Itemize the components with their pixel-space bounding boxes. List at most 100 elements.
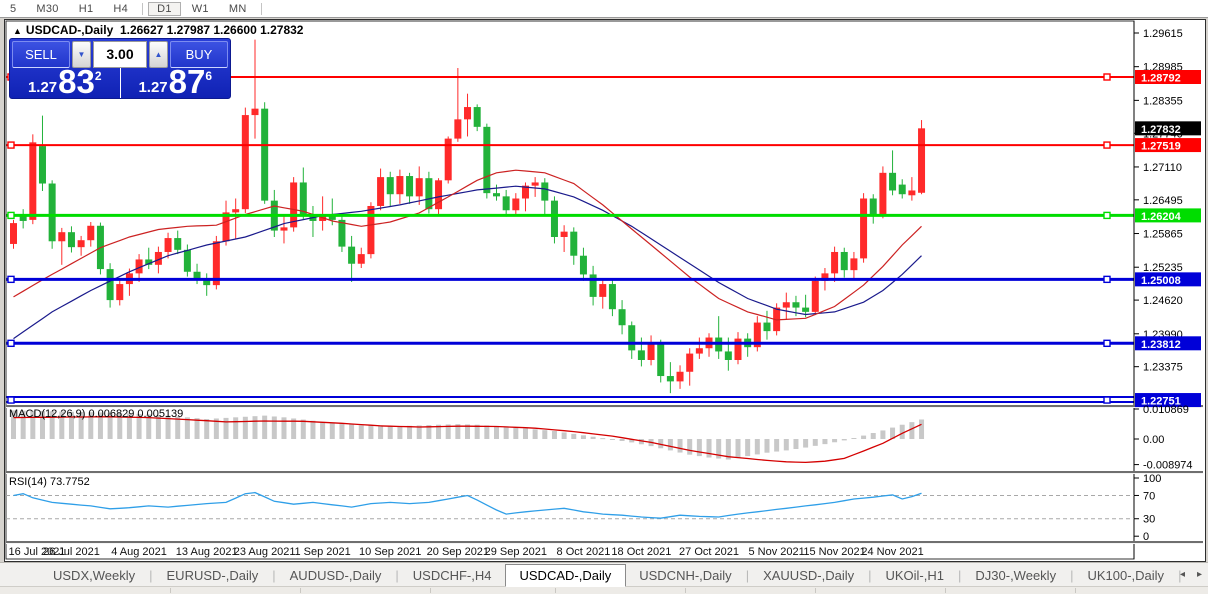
- date-tick-label: 10 Sep 2021: [359, 546, 421, 558]
- price-tick-label: 1.24620: [1143, 295, 1183, 307]
- buy-price-pip: 6: [205, 70, 212, 82]
- timeframe-button-H4[interactable]: H4: [104, 2, 137, 16]
- candle-body: [300, 182, 307, 214]
- chart-window[interactable]: 1.296151.289851.283551.277401.271101.264…: [4, 19, 1206, 562]
- macd-histogram-bar: [542, 430, 547, 439]
- hline-handle[interactable]: [8, 397, 14, 403]
- volume-increase-button[interactable]: ▲: [149, 41, 168, 68]
- candle-body: [377, 177, 384, 206]
- price-chart-canvas[interactable]: 1.296151.289851.283551.277401.271101.264…: [5, 20, 1205, 561]
- hline-1.27519[interactable]: [6, 142, 1134, 148]
- tabs-scroll-left-icon[interactable]: ◂: [1180, 569, 1185, 580]
- date-tick-label: 20 Sep 2021: [427, 546, 489, 558]
- date-tick-label: 23 Aug 2021: [234, 546, 296, 558]
- hline-handle[interactable]: [8, 142, 14, 148]
- volume-input[interactable]: 3.00: [93, 41, 147, 68]
- plot-border: [6, 21, 1134, 559]
- candle-body: [725, 351, 732, 360]
- timeframe-button-M30[interactable]: M30: [27, 2, 67, 16]
- candle-body: [812, 281, 819, 312]
- symbol-tab-eurusd-daily[interactable]: EURUSD-,Daily: [154, 565, 272, 586]
- candle-body: [792, 302, 799, 307]
- macd-histogram-bar: [707, 439, 712, 458]
- date-tick-label: 4 Aug 2021: [111, 546, 167, 558]
- candle-body: [561, 232, 568, 237]
- candle-body: [696, 348, 703, 353]
- macd-histogram-bar: [330, 423, 335, 439]
- candle-body: [107, 269, 114, 300]
- hline-1.25008[interactable]: [6, 276, 1134, 282]
- sell-price-prefix: 1.27: [28, 80, 57, 95]
- candle-body: [464, 107, 471, 119]
- macd-histogram-bar: [571, 434, 576, 439]
- date-tick-label: 18 Oct 2021: [611, 546, 671, 558]
- date-tick-label: 13 Aug 2021: [176, 546, 238, 558]
- symbol-arrow-icon: ▲: [13, 26, 22, 36]
- rsi-line: [14, 493, 922, 519]
- macd-histogram-bar: [310, 421, 315, 439]
- tabs-scroll-right-icon[interactable]: ▸: [1197, 569, 1202, 580]
- timeframe-button-H1[interactable]: H1: [70, 2, 103, 16]
- hline-1.26204[interactable]: [6, 212, 1134, 218]
- symbol-tab-usdx-weekly[interactable]: USDX,Weekly: [40, 565, 148, 586]
- svg-text:1.25008: 1.25008: [1141, 275, 1181, 287]
- candle-body: [358, 254, 365, 264]
- hline-handle[interactable]: [1104, 340, 1110, 346]
- hline-handle[interactable]: [8, 340, 14, 346]
- candle-body: [483, 127, 490, 193]
- price-level-badge-1.27519: 1.27519: [1135, 138, 1201, 153]
- candle-body: [493, 193, 500, 196]
- macd-histogram-bar: [678, 439, 683, 453]
- candle-body: [763, 323, 770, 332]
- hline-handle[interactable]: [1104, 397, 1110, 403]
- hline-handle[interactable]: [8, 212, 14, 218]
- hline-handle[interactable]: [1104, 74, 1110, 80]
- macd-histogram-bar: [224, 418, 229, 439]
- hline-1.22751[interactable]: [6, 397, 1134, 403]
- candle-body: [657, 344, 664, 376]
- timeframe-button-W1[interactable]: W1: [183, 2, 218, 16]
- symbol-tab-ukoil-h1[interactable]: UKOil-,H1: [872, 565, 957, 586]
- rsi-axis-label: 30: [1143, 514, 1155, 526]
- hline-handle[interactable]: [1104, 276, 1110, 282]
- symbol-tab-usdcnh-daily[interactable]: USDCNH-,Daily: [626, 565, 744, 586]
- symbol-tab-usdcad-daily[interactable]: USDCAD-,Daily: [505, 564, 627, 587]
- timeframe-toolbar: 5M30H1H4 D1W1MN: [0, 0, 1208, 18]
- candle-body: [551, 201, 558, 237]
- buy-price-prefix: 1.27: [138, 80, 167, 95]
- candle-body: [599, 284, 606, 297]
- candle-body: [590, 274, 597, 296]
- macd-histogram-bar: [552, 431, 557, 439]
- macd-histogram-bar: [909, 422, 914, 439]
- candle-body: [686, 354, 693, 372]
- hline-handle[interactable]: [8, 276, 14, 282]
- candle-body: [242, 115, 249, 209]
- candle-body: [532, 182, 539, 185]
- symbol-tab-dj30-weekly[interactable]: DJ30-,Weekly: [962, 565, 1069, 586]
- macd-histogram-bar: [610, 439, 615, 440]
- candle-body: [841, 252, 848, 270]
- macd-histogram-bar: [793, 439, 798, 449]
- hline-handle[interactable]: [1104, 142, 1110, 148]
- macd-axis-label: 0.010869: [1143, 404, 1189, 416]
- timeframe-button-5[interactable]: 5: [1, 2, 25, 16]
- candle-body: [619, 309, 626, 325]
- macd-histogram-bar: [842, 439, 847, 440]
- macd-histogram-bar: [533, 429, 538, 439]
- macd-histogram-bar: [880, 430, 885, 439]
- hline-1.23812[interactable]: [6, 340, 1134, 346]
- symbol-tab-usdchf-h4[interactable]: USDCHF-,H4: [400, 565, 505, 586]
- sell-price-display[interactable]: 1.27 83 2: [10, 68, 120, 98]
- price-tick-label: 1.27110: [1143, 162, 1182, 174]
- symbol-tab-uk100-daily[interactable]: UK100-,Daily: [1074, 565, 1177, 586]
- macd-histogram-bar: [813, 439, 818, 446]
- macd-histogram-bar: [764, 439, 769, 453]
- symbol-tab-audusd-daily[interactable]: AUDUSD-,Daily: [277, 565, 395, 586]
- date-tick-label: 5 Nov 2021: [749, 546, 805, 558]
- buy-price-display[interactable]: 1.27 87 6: [120, 68, 231, 98]
- timeframe-button-D1[interactable]: D1: [148, 2, 181, 16]
- timeframe-button-MN[interactable]: MN: [220, 2, 256, 16]
- hline-handle[interactable]: [1104, 212, 1110, 218]
- candle-body: [541, 182, 548, 200]
- symbol-tab-xauusd-daily[interactable]: XAUUSD-,Daily: [750, 565, 867, 586]
